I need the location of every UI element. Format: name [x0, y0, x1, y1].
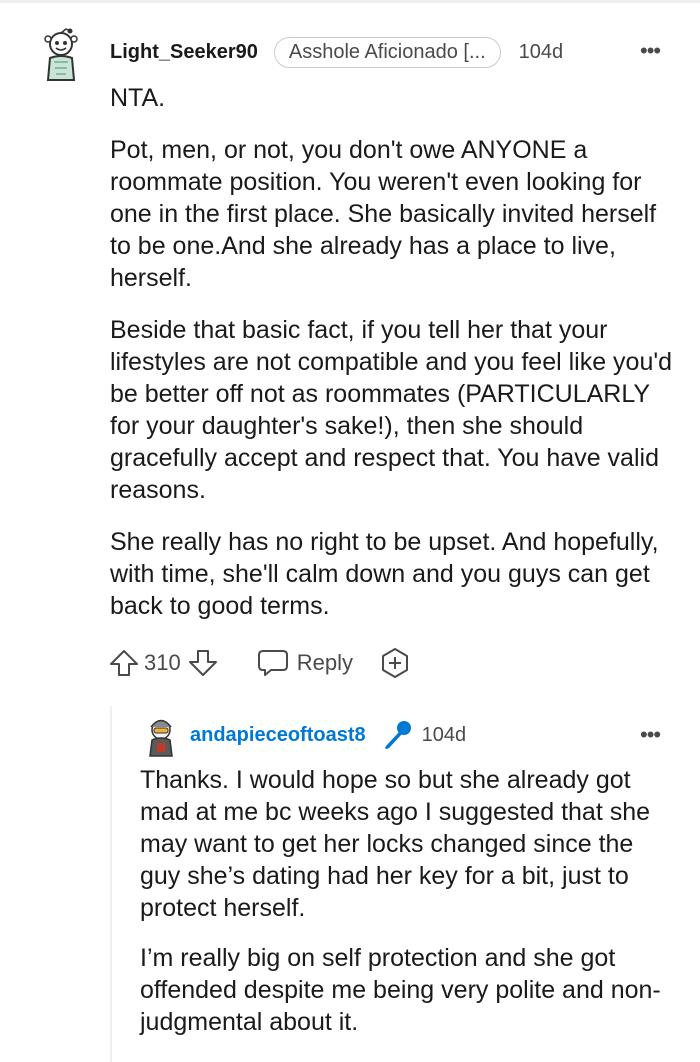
- more-dots-icon[interactable]: •••: [640, 722, 661, 748]
- comment-paragraph: Pot, men, or not, you don't owe ANYONE a…: [110, 136, 657, 292]
- reply-paragraph: Thanks. I would hope so but she already …: [140, 766, 651, 922]
- comment-paragraph: She really has no right to be upset. And…: [110, 528, 659, 620]
- reply-paragraph: I’m really big on self protection and sh…: [140, 944, 661, 1036]
- comment-actions: 310 Reply: [108, 645, 411, 681]
- comment-header: Light_Seeker90 Asshole Aficionado [... 1…: [110, 36, 670, 68]
- reply-body: Thanks. I would hope so but she already …: [140, 764, 680, 1056]
- reply-button[interactable]: Reply: [257, 648, 353, 678]
- comment-body: NTA. Pot, men, or not, you don't owe ANY…: [110, 82, 675, 642]
- comment-paragraph: Beside that basic fact, if you tell her …: [110, 316, 673, 504]
- speech-bubble-icon: [257, 650, 288, 676]
- reply-label: Reply: [296, 650, 353, 675]
- downvote-arrow-icon[interactable]: [187, 647, 219, 679]
- upvote-arrow-icon[interactable]: [108, 647, 140, 679]
- user-flair: Asshole Aficionado [...: [273, 36, 501, 68]
- comment-paragraph: NTA.: [110, 84, 166, 112]
- more-dots-icon[interactable]: •••: [640, 38, 661, 64]
- microphone-icon: [384, 721, 411, 749]
- top-divider: [0, 0, 700, 3]
- thread-line[interactable]: [110, 706, 112, 1062]
- award-plus-icon[interactable]: [379, 647, 411, 679]
- user-avatar-snoo[interactable]: [36, 28, 86, 82]
- reply-username[interactable]: andapieceoftoast8: [190, 724, 366, 747]
- comment-age: 104d: [518, 40, 564, 63]
- vote-count: 310: [144, 650, 181, 675]
- reply-age: 104d: [421, 723, 467, 746]
- comment-username[interactable]: Light_Seeker90: [110, 41, 258, 64]
- reply-avatar[interactable]: [144, 716, 178, 758]
- reply-header: andapieceoftoast8 104d: [190, 720, 466, 750]
